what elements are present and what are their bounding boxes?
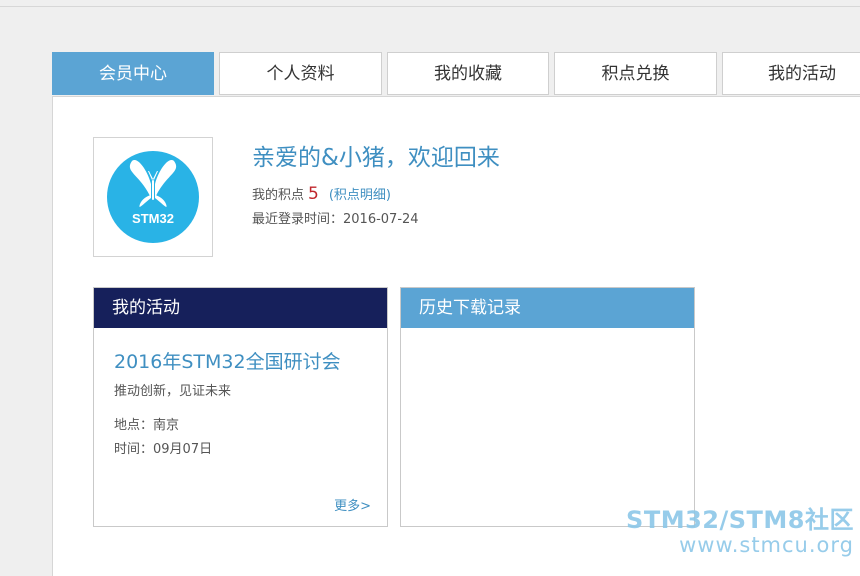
points-detail-link[interactable]: (积点明细) (329, 188, 391, 203)
event-subtitle: 推动创新，见证未来 (114, 384, 232, 399)
my-activities-card: 我的活动 2016年STM32全国研讨会 推动创新，见证未来 地点：南京 时间：… (93, 287, 388, 527)
my-activities-heading: 我的活动 (94, 288, 387, 328)
welcome-message: 亲爱的&小猪，欢迎回来 (252, 145, 500, 171)
tab-my-activities[interactable]: 我的活动 (722, 52, 860, 95)
points-row: 我的积点 5 (积点明细) (252, 184, 391, 204)
tab-favorites[interactable]: 我的收藏 (387, 52, 549, 95)
tab-member-center[interactable]: 会员中心 (52, 52, 214, 95)
avatar-logo-text: STM32 (132, 211, 174, 226)
download-history-card: 历史下载记录 (400, 287, 695, 527)
member-tabs: 会员中心 个人资料 我的收藏 积点兑换 我的活动 (52, 52, 860, 96)
download-history-heading: 历史下载记录 (401, 288, 694, 328)
event-title-link[interactable]: 2016年STM32全国研讨会 (114, 347, 341, 374)
tab-points-exchange[interactable]: 积点兑换 (554, 52, 717, 95)
butterfly-logo-icon: STM32 (107, 151, 199, 243)
event-time: 时间：09月07日 (114, 442, 213, 457)
watermark-brand: STM32/STM8社区 (626, 506, 854, 534)
avatar[interactable]: STM32 (93, 137, 213, 257)
points-label: 我的积点 (252, 188, 305, 203)
event-location: 地点：南京 (114, 418, 180, 433)
watermark-url: www.stmcu.org (679, 533, 854, 557)
tab-profile[interactable]: 个人资料 (219, 52, 382, 95)
site-watermark: STM32/STM8社区 www.stmcu.org (626, 500, 854, 557)
more-link[interactable]: 更多> (334, 495, 371, 514)
points-value: 5 (308, 184, 319, 204)
last-login-time: 最近登录时间：2016-07-24 (252, 212, 419, 227)
top-divider (0, 6, 860, 7)
